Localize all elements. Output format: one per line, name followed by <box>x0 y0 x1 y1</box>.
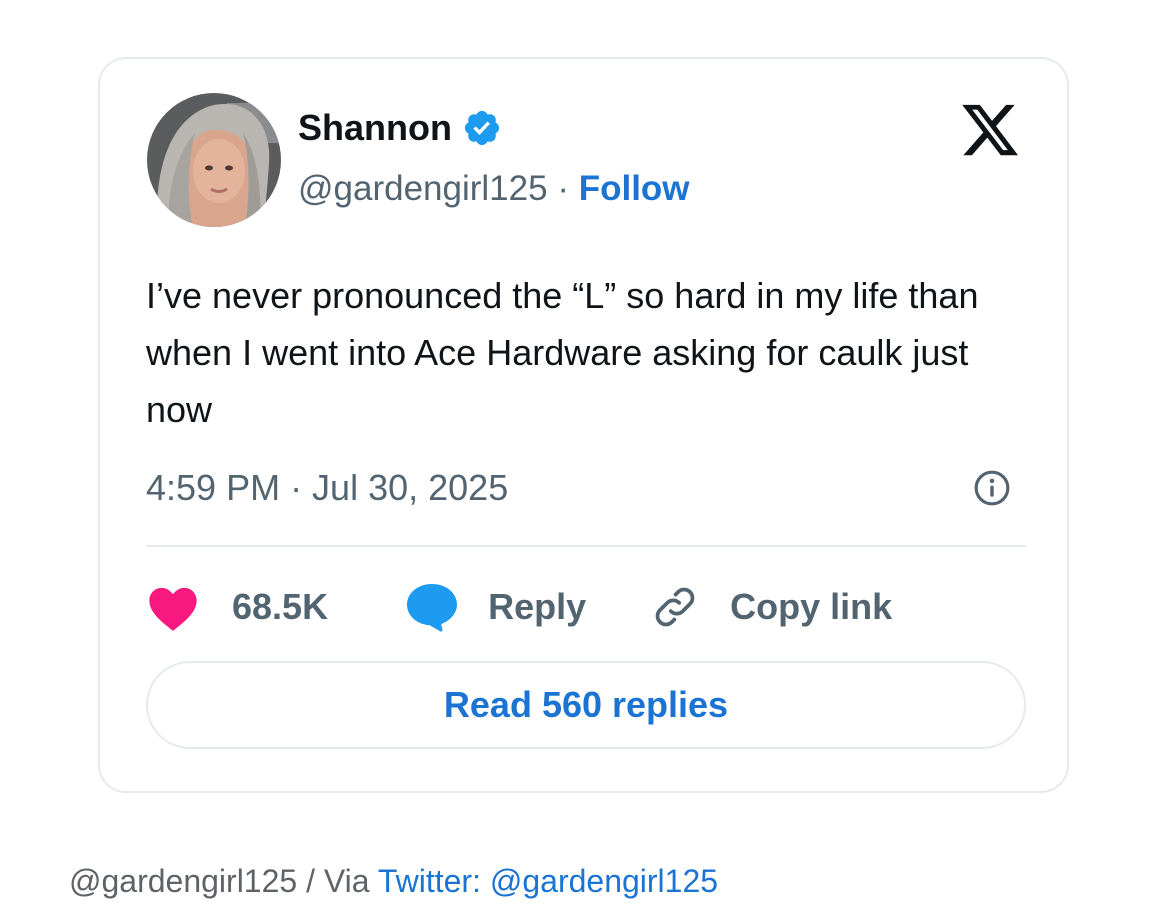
handle-line: @gardengirl125 · Follow <box>298 169 690 209</box>
copy-link-action[interactable]: Copy link <box>650 582 892 632</box>
speech-bubble-icon <box>404 582 460 632</box>
author-name[interactable]: Shannon <box>298 107 452 149</box>
info-icon[interactable] <box>973 469 1011 507</box>
divider <box>146 545 1026 547</box>
tweet-text: I’ve never pronounced the “L” so hard in… <box>146 275 979 430</box>
separator-dot: · <box>557 169 569 208</box>
tweet-timestamp[interactable]: 4:59 PM · Jul 30, 2025 <box>146 467 508 509</box>
reply-label: Reply <box>488 586 587 627</box>
author-avatar[interactable] <box>147 93 281 227</box>
action-bar: 68.5K Reply Copy link <box>146 577 892 637</box>
link-icon <box>650 582 700 632</box>
tweet-card: Shannon @gardengirl125 · Follow I’ve nev… <box>98 57 1069 793</box>
read-replies-button[interactable]: Read 560 replies <box>146 661 1026 749</box>
copy-link-label: Copy link <box>730 586 893 627</box>
heart-icon <box>146 582 200 632</box>
author-name-row: Shannon <box>298 107 502 149</box>
like-count: 68.5K <box>232 586 329 627</box>
author-handle[interactable]: @gardengirl125 <box>298 169 548 208</box>
credit-text: @gardengirl125 / Via <box>69 863 378 899</box>
reply-action[interactable]: Reply <box>404 582 586 632</box>
verified-badge-icon <box>462 108 502 148</box>
like-action[interactable]: 68.5K <box>146 582 328 632</box>
credit-link[interactable]: Twitter: @gardengirl125 <box>378 863 718 899</box>
follow-button[interactable]: Follow <box>579 169 690 208</box>
x-logo-icon[interactable] <box>959 99 1021 161</box>
image-credit: @gardengirl125 / Via Twitter: @gardengir… <box>69 863 718 900</box>
